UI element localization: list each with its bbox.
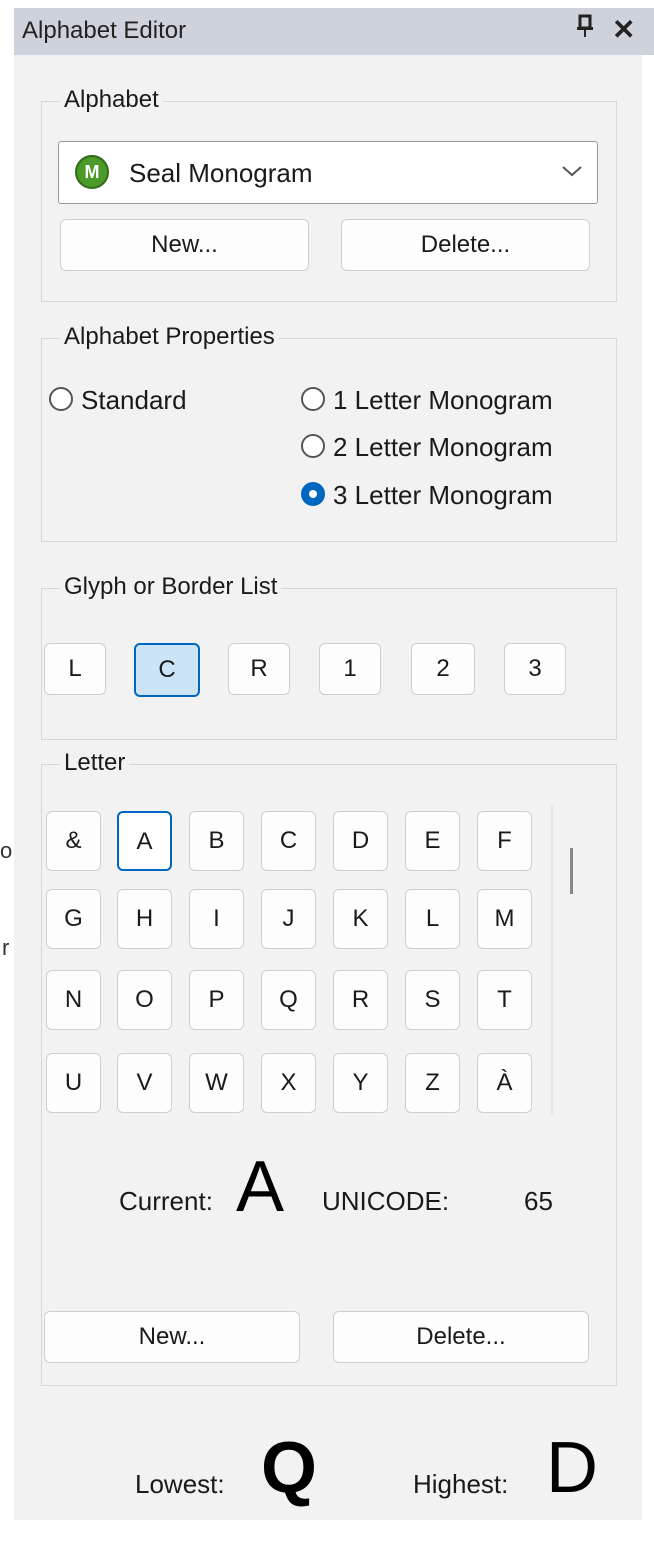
alphabet-dropdown[interactable]: M Seal Monogram <box>58 141 598 204</box>
letter-grid-scrollbar[interactable] <box>551 805 553 1115</box>
seal-monogram-logo-icon: M <box>75 155 109 189</box>
letter-button[interactable]: H <box>117 889 172 949</box>
clipped-text-fragment: r <box>2 935 10 960</box>
radio-2-letter-label: 2 Letter Monogram <box>333 432 553 462</box>
glyph-button-1[interactable]: 1 <box>319 643 381 695</box>
radio-standard-label: Standard <box>81 385 187 415</box>
highest-letter-preview: D <box>546 1428 598 1508</box>
clipped-text-fragment: o <box>0 838 13 863</box>
radio-1-letter-label: 1 Letter Monogram <box>333 385 553 415</box>
letter-button[interactable]: D <box>333 811 388 871</box>
letter-button[interactable]: K <box>333 889 388 949</box>
letter-button[interactable]: G <box>46 889 101 949</box>
glyph-button-c[interactable]: C <box>134 643 200 697</box>
current-letter-preview: A <box>236 1147 285 1227</box>
letter-button[interactable]: X <box>261 1053 316 1113</box>
radio-circle-selected <box>301 482 325 506</box>
chevron-down-icon <box>561 158 583 184</box>
glyph-button-l[interactable]: L <box>44 643 106 695</box>
glyph-button-3[interactable]: 3 <box>504 643 566 695</box>
letter-button[interactable]: Z <box>405 1053 460 1113</box>
letter-button[interactable]: A <box>117 811 172 871</box>
current-label: Current: <box>119 1186 213 1216</box>
letter-button[interactable]: N <box>46 970 101 1030</box>
letter-button[interactable]: I <box>189 889 244 949</box>
pin-icon[interactable] <box>575 14 595 45</box>
letter-button[interactable]: U <box>46 1053 101 1113</box>
highest-label: Highest: <box>413 1469 509 1499</box>
new-letter-button[interactable]: New... <box>44 1311 300 1363</box>
letter-group-legend: Letter <box>60 749 130 777</box>
letter-button[interactable]: E <box>405 811 460 871</box>
letter-button[interactable]: P <box>189 970 244 1030</box>
close-icon[interactable]: ✕ <box>612 13 635 46</box>
glyph-border-legend: Glyph or Border List <box>60 573 282 601</box>
letter-button[interactable]: L <box>405 889 460 949</box>
letter-button[interactable]: B <box>189 811 244 871</box>
alphabet-dropdown-value: Seal Monogram <box>129 158 313 188</box>
lowest-letter-preview: Q <box>261 1428 318 1508</box>
new-alphabet-button[interactable]: New... <box>60 219 309 271</box>
radio-circle <box>301 434 325 458</box>
letter-button[interactable]: F <box>477 811 532 871</box>
letter-button[interactable]: O <box>117 970 172 1030</box>
letter-button[interactable]: T <box>477 970 532 1030</box>
letter-button[interactable]: J <box>261 889 316 949</box>
delete-letter-button[interactable]: Delete... <box>333 1311 589 1363</box>
panel-title: Alphabet Editor <box>22 17 187 44</box>
radio-3-letter-label: 3 Letter Monogram <box>333 480 553 510</box>
letter-button[interactable]: W <box>189 1053 244 1113</box>
radio-circle <box>49 387 73 411</box>
alphabet-group-legend: Alphabet <box>60 86 163 114</box>
delete-alphabet-button[interactable]: Delete... <box>341 219 590 271</box>
letter-button[interactable]: V <box>117 1053 172 1113</box>
letter-button[interactable]: R <box>333 970 388 1030</box>
letter-button[interactable]: Y <box>333 1053 388 1113</box>
letter-button[interactable]: Q <box>261 970 316 1030</box>
glyph-button-2[interactable]: 2 <box>411 643 475 695</box>
letter-button[interactable]: À <box>477 1053 532 1113</box>
panel-titlebar: Alphabet Editor ✕ <box>14 8 654 55</box>
letter-button[interactable]: C <box>261 811 316 871</box>
glyph-button-r[interactable]: R <box>228 643 290 695</box>
radio-circle <box>301 387 325 411</box>
unicode-value: 65 <box>524 1186 553 1216</box>
lowest-label: Lowest: <box>135 1469 225 1499</box>
letter-button[interactable]: M <box>477 889 532 949</box>
letter-button[interactable]: & <box>46 811 101 871</box>
alphabet-properties-legend: Alphabet Properties <box>60 323 279 351</box>
scrollbar-thumb[interactable] <box>570 848 573 894</box>
letter-button[interactable]: S <box>405 970 460 1030</box>
unicode-label: UNICODE: <box>322 1186 450 1216</box>
